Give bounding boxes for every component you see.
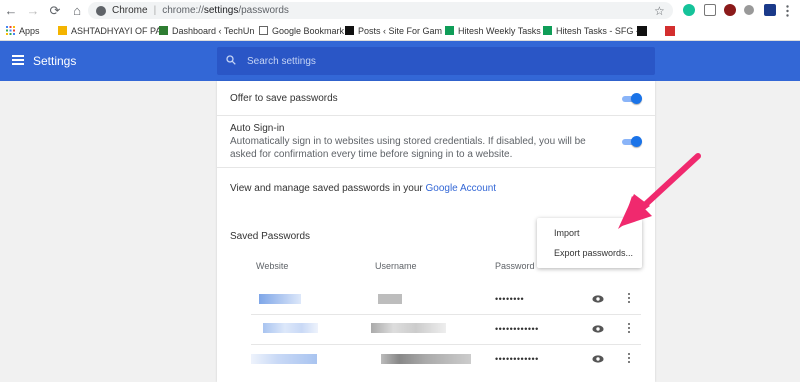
password-dots: •••••••••••• <box>495 324 539 334</box>
reload-icon: ⟳ <box>49 2 61 18</box>
settings-header: Settings <box>0 41 800 81</box>
website-column-header: Website <box>256 261 289 271</box>
menu-dots-icon[interactable] <box>786 4 789 17</box>
sheets-icon <box>543 26 552 35</box>
show-password-eye-icon[interactable] <box>592 295 604 303</box>
bookmark-icon <box>58 26 67 35</box>
divider <box>217 167 655 168</box>
show-password-eye-icon[interactable] <box>592 355 604 363</box>
offer-save-passwords-label: Offer to save passwords <box>230 93 338 104</box>
bookmark-dashboard-techun[interactable]: Dashboard ‹ TechUn <box>159 26 259 36</box>
table-row: •••••••••••• <box>251 314 641 344</box>
grammarly-extension-icon[interactable] <box>683 4 695 16</box>
address-bar[interactable]: Chrome | chrome://settings/passwords <box>88 2 673 19</box>
search-icon <box>226 55 236 65</box>
back-button[interactable]: ← <box>0 0 22 21</box>
apps-grid-icon <box>6 26 15 35</box>
bookmark-label: Posts ‹ Site For Gam <box>358 25 443 36</box>
search-input[interactable] <box>247 47 637 75</box>
saved-passwords-menu: Import Export passwords... <box>537 218 642 268</box>
more-actions-kebab-icon[interactable] <box>628 353 631 365</box>
sfg-icon <box>637 25 647 36</box>
bookmark-star-icon[interactable]: ☆ <box>654 4 665 18</box>
page-title: Settings <box>33 54 77 68</box>
page-icon <box>259 26 268 35</box>
bookmarks-bar: Apps ASHTADHYAYI OF PA Dashboard ‹ TechU… <box>0 21 800 41</box>
bookmark-pc[interactable] <box>665 25 685 36</box>
link-extension-icon[interactable] <box>744 5 754 15</box>
sheets-icon <box>445 26 454 35</box>
saved-passwords-heading: Saved Passwords <box>230 231 311 242</box>
flag-extension-icon[interactable] <box>764 4 776 16</box>
more-actions-kebab-icon[interactable] <box>628 293 631 305</box>
site-info-icon[interactable] <box>96 5 106 16</box>
record-extension-icon[interactable] <box>724 4 736 16</box>
password-dots: •••••••••••• <box>495 354 539 364</box>
bookmark-label: Google Bookmark <box>272 25 345 36</box>
site-label: Chrome <box>112 5 148 16</box>
bookmark-label: ASHTADHYAYI OF PA <box>71 25 159 36</box>
home-button[interactable]: ⌂ <box>66 0 88 21</box>
google-account-link[interactable]: Google Account <box>425 183 496 194</box>
bookmark-label: Apps <box>19 25 40 36</box>
bookmark-ashtadhyayi[interactable]: ASHTADHYAYI OF PA <box>58 26 159 36</box>
divider <box>217 115 655 116</box>
blurred-username <box>371 323 446 333</box>
url-path: settings <box>203 5 239 16</box>
bookmark-hitesh-weekly-tasks[interactable]: Hitesh Weekly Tasks <box>445 26 543 36</box>
bookmark-posts-sfg[interactable]: Posts ‹ Site For Gam <box>345 26 445 36</box>
import-menu-item[interactable]: Import <box>554 228 580 238</box>
password-dots: •••••••• <box>495 294 525 304</box>
username-column-header: Username <box>375 261 417 271</box>
auto-signin-toggle[interactable] <box>622 136 642 148</box>
auto-signin-description: Automatically sign in to websites using … <box>230 136 586 160</box>
password-column-header: Password <box>495 261 535 271</box>
show-password-eye-icon[interactable] <box>592 325 604 333</box>
bookmark-label: Dashboard ‹ TechUn <box>172 25 255 36</box>
url-suffix: /passwords <box>238 5 289 16</box>
bookmark-label: Hitesh Weekly Tasks <box>458 25 541 36</box>
forward-button[interactable]: → <box>22 0 44 21</box>
techun-icon <box>159 26 168 35</box>
chat-extension-icon[interactable] <box>704 4 716 16</box>
bookmark-sfg[interactable] <box>637 25 665 36</box>
manage-passwords-text: View and manage saved passwords in your … <box>230 183 496 194</box>
blurred-username <box>381 354 471 364</box>
forward-arrow-icon: → <box>26 3 40 18</box>
browser-toolbar: ← → ⟳ ⌂ Chrome | chrome://settings/passw… <box>0 0 800 21</box>
manage-passwords-prefix: View and manage saved passwords in your <box>230 183 426 194</box>
more-actions-kebab-icon[interactable] <box>628 323 631 335</box>
table-row: •••••••• <box>251 284 641 314</box>
auto-signin-label: Auto Sign-in <box>230 123 285 134</box>
bookmark-apps[interactable]: Apps <box>6 26 58 36</box>
table-row: •••••••••••• <box>251 344 641 374</box>
bookmark-label: Hitesh Tasks - SFG - <box>556 25 637 36</box>
pc-icon <box>665 25 675 36</box>
search-bar[interactable] <box>217 47 655 75</box>
url-text: chrome://settings/passwords <box>162 5 289 16</box>
back-arrow-icon: ← <box>4 3 18 18</box>
bookmark-hitesh-tasks-sfg[interactable]: Hitesh Tasks - SFG - <box>543 26 637 36</box>
home-icon: ⌂ <box>73 3 81 18</box>
bookmark-google-bookmark[interactable]: Google Bookmark <box>259 26 345 36</box>
reload-button[interactable]: ⟳ <box>44 0 66 21</box>
export-passwords-menu-item[interactable]: Export passwords... <box>554 248 633 258</box>
blurred-username <box>378 294 402 304</box>
blurred-website <box>259 294 301 304</box>
sfg-icon <box>345 26 354 35</box>
blurred-website <box>263 323 318 333</box>
blurred-website <box>251 354 317 364</box>
offer-save-passwords-toggle[interactable] <box>622 93 642 105</box>
hamburger-menu-icon[interactable] <box>12 55 24 65</box>
omnibox-separator: | <box>153 5 157 16</box>
url-prefix: chrome:// <box>162 5 204 16</box>
